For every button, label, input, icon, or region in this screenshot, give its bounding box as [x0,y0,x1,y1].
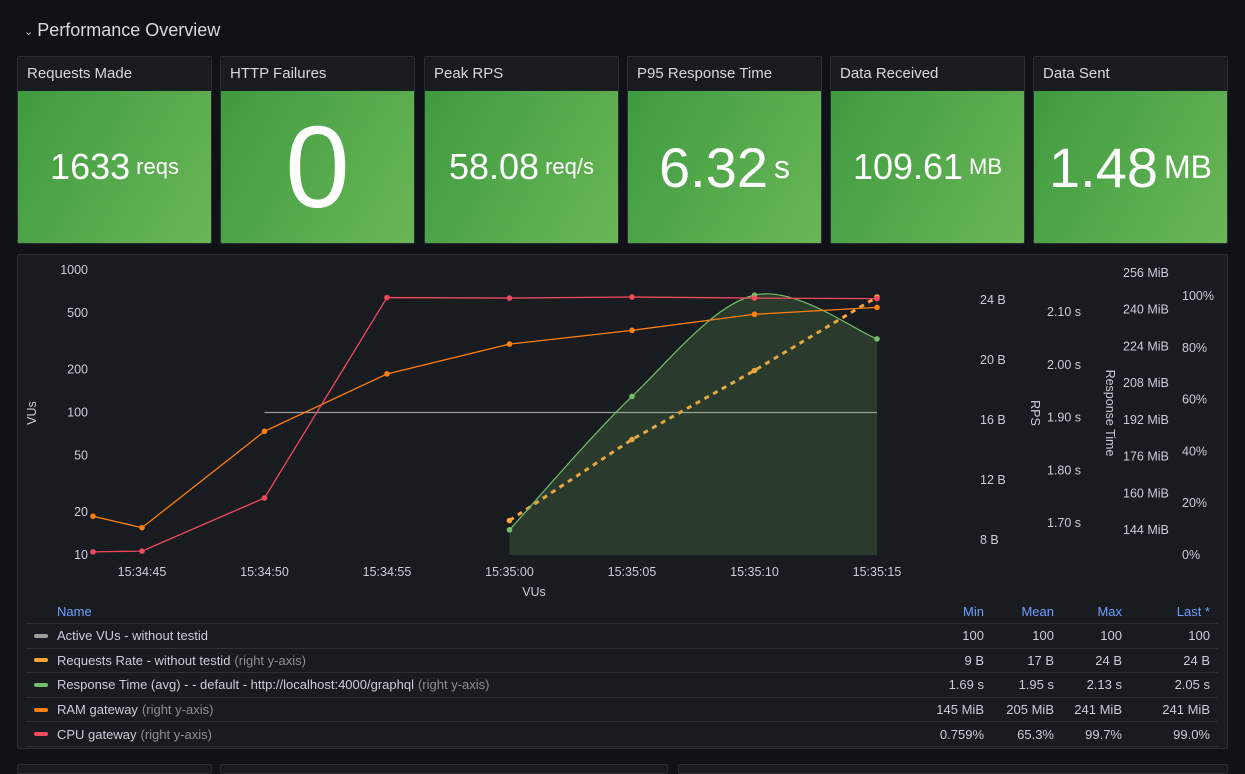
legend-header-name[interactable]: Name [26,604,912,619]
stat-title: HTTP Failures [230,65,327,82]
legend-min: 145 MiB [936,702,984,718]
legend-last: 99.0% [1173,726,1210,742]
legend-axis-note: (right y-axis) [234,652,306,668]
stat-value-box: 109.61 MB [831,91,1024,243]
stat-unit: s [774,148,790,185]
legend-min: 0.759% [939,726,984,742]
legend-max: 2.13 s [1086,677,1122,693]
legend-row[interactable]: RAM gateway (right y-axis) 145 MiB 205 MiB 2… [26,698,1218,723]
legend-header-max[interactable]: Max [1062,604,1130,619]
legend-max: 24 B [1095,652,1122,668]
legend-min: 9 B [964,652,984,668]
legend-series-name: Requests Rate - without testid (right y-a… [26,653,912,668]
legend-row[interactable]: Response Time (avg) - - default - http:/… [26,673,1218,698]
legend-last: 2.05 s [1174,677,1210,693]
stat-value-box: 0 [221,91,414,243]
legend-mean: 1.95 s [1018,677,1054,693]
series-color-swatch[interactable] [34,658,48,663]
legend-last: 24 B [1183,652,1210,668]
stat-value-box: 1633 reqs [18,91,211,243]
next-panel-3 [678,764,1228,774]
stat-panel-requests-made[interactable]: Requests Made 1633 reqs [17,56,212,244]
stat-panel-data-received[interactable]: Data Received 109.61 MB [830,56,1025,244]
legend-row[interactable]: CPU gateway (right y-axis) 0.759% 65.3% 99.7… [26,722,1218,747]
legend-axis-note: (right y-axis) [141,702,214,718]
legend-row[interactable]: Active VUs - without testid 100 100 100 100 [26,624,1218,649]
legend-series-name: Active VUs - without testid [26,628,912,643]
legend-axis-note: (right y-axis) [140,726,212,742]
stat-title: Requests Made [27,65,133,82]
next-panel-2 [220,764,668,774]
stat-value: 0 [285,102,350,232]
legend-max: 100 [1100,628,1122,644]
legend-header: Name Min Mean Max Last * [26,600,1218,624]
stat-unit: MB [969,154,1003,179]
stat-title: Peak RPS [434,65,504,82]
stat-title: Data Received [840,65,939,82]
legend-min: 100 [962,628,984,644]
legend-header-last[interactable]: Last * [1130,604,1218,619]
stat-title: Data Sent [1043,65,1110,82]
stat-panel-data-sent[interactable]: Data Sent 1.48 MB [1033,56,1228,244]
stat-panel-http-failures[interactable]: HTTP Failures 0 [220,56,415,244]
legend-series-name: RAM gateway (right y-axis) [26,702,912,717]
series-color-swatch[interactable] [34,633,48,638]
legend-label: RAM gateway [57,702,138,718]
stat-value-box: 58.08 req/s [425,91,618,243]
legend-last: 100 [1188,628,1210,644]
next-panel-1 [17,764,212,774]
series-color-swatch[interactable] [34,682,48,687]
legend-label: Active VUs - without testid [57,628,208,644]
legend-table: Name Min Mean Max Last * Active VUs - wi… [26,600,1218,747]
legend-mean: 100 [1032,628,1054,644]
legend-axis-note: (right y-axis) [417,677,490,693]
stat-value: 58.08 [448,146,540,187]
legend-header-mean[interactable]: Mean [992,604,1062,619]
stat-title: P95 Response Time [637,65,773,82]
stat-unit: MB [1164,148,1212,185]
stat-unit: reqs [136,154,179,179]
legend-row[interactable]: Requests Rate - without testid (right y-a… [26,649,1218,674]
legend-min: 1.69 s [948,677,984,693]
stat-value: 1633 [50,146,131,187]
legend-header-min[interactable]: Min [912,604,992,619]
legend-mean: 65.3% [1017,726,1054,742]
legend-series-name: CPU gateway (right y-axis) [26,727,912,742]
stat-panel-p95-response-time[interactable]: P95 Response Time 6.32 s [627,56,822,244]
stat-value-box: 1.48 MB [1034,91,1227,243]
section-header[interactable]: ⌄ Performance Overview [24,20,220,41]
legend-series-name: Response Time (avg) - - default - http:/… [26,677,912,692]
stat-value: 109.61 [852,146,964,187]
chevron-down-icon[interactable]: ⌄ [24,25,33,38]
stat-value-box: 6.32 s [628,91,821,243]
legend-mean: 205 MiB [1006,702,1054,718]
legend-label: CPU gateway [57,726,137,742]
legend-mean: 17 B [1027,652,1054,668]
stat-panel-peak-rps[interactable]: Peak RPS 58.08 req/s [424,56,619,244]
legend-max: 99.7% [1085,726,1122,742]
legend-label: Response Time (avg) - - default - http:/… [57,677,414,693]
legend-last: 241 MiB [1162,702,1210,718]
section-title: Performance Overview [37,20,221,40]
legend-max: 241 MiB [1074,702,1122,718]
legend-label: Requests Rate - without testid [57,652,231,668]
series-color-swatch[interactable] [34,732,48,737]
series-color-swatch[interactable] [34,707,48,712]
stat-value: 1.48 [1049,135,1158,199]
stat-unit: req/s [545,154,594,179]
stat-value: 6.32 [659,135,768,199]
